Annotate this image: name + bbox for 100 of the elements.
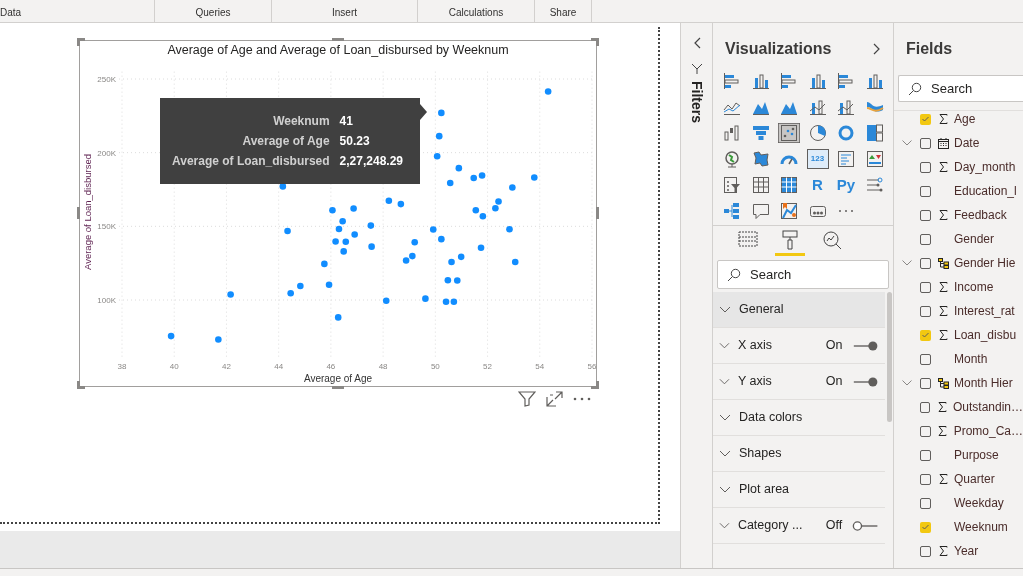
chevron-icon[interactable] xyxy=(902,380,912,386)
scatter-chart-icon[interactable] xyxy=(778,123,800,143)
checkbox[interactable] xyxy=(920,185,931,197)
toggle-switch[interactable] xyxy=(851,339,879,352)
search-field[interactable]: Search xyxy=(898,75,1023,102)
field-name[interactable]: Education_l xyxy=(954,182,1017,200)
ribbon-group-label: Calculations xyxy=(448,6,504,20)
field-name[interactable]: Promo_Ca… xyxy=(953,422,1023,440)
tooltip-label: Weeknum xyxy=(272,113,330,130)
checkbox[interactable] xyxy=(920,353,931,365)
sigma-icon xyxy=(938,426,948,436)
field-name[interactable]: Interest_rat xyxy=(954,302,1015,320)
focus-mode-icon[interactable] xyxy=(546,391,563,407)
checkbox[interactable] xyxy=(920,545,931,557)
field-name[interactable]: Outstandin… xyxy=(952,398,1023,416)
filter-icon[interactable] xyxy=(518,391,536,407)
resize-handle[interactable] xyxy=(77,207,80,219)
x-axis-tick-label: 42 xyxy=(222,362,231,371)
x-axis-title: Average of Age xyxy=(303,373,373,384)
ribbon-group-label: Insert xyxy=(332,6,357,20)
format-section-header[interactable]: General xyxy=(713,292,885,328)
checkbox[interactable] xyxy=(920,329,931,341)
search-field[interactable]: Search xyxy=(717,260,889,289)
collapse-icon[interactable] xyxy=(692,37,701,49)
field-name[interactable]: Date xyxy=(954,134,980,152)
field-name[interactable]: Gender Hie xyxy=(954,254,1016,272)
card-icon[interactable] xyxy=(835,149,857,169)
resize-handle[interactable] xyxy=(332,386,344,389)
field-name[interactable]: Month Hier xyxy=(954,374,1013,392)
field-name[interactable]: Feedback xyxy=(954,206,1007,224)
x-axis-tick-label: 44 xyxy=(274,362,284,371)
checkbox[interactable] xyxy=(920,161,931,173)
checkbox[interactable] xyxy=(920,257,931,269)
field-name[interactable]: Year xyxy=(954,542,979,560)
resize-handle[interactable] xyxy=(77,381,85,389)
tooltip-label: Average of Age xyxy=(241,133,330,150)
y-axis-tick-label: 150K xyxy=(97,222,116,232)
sigma-icon xyxy=(938,210,948,220)
slicer-icon[interactable] xyxy=(721,175,743,195)
resize-handle[interactable] xyxy=(591,381,599,389)
checkbox[interactable] xyxy=(920,497,931,509)
resize-handle[interactable] xyxy=(332,38,344,41)
field-name[interactable]: Age xyxy=(954,111,976,128)
checkbox[interactable] xyxy=(920,473,931,485)
checkbox[interactable] xyxy=(920,209,931,221)
y-axis-tick-label: 250K xyxy=(97,75,116,84)
checkbox[interactable] xyxy=(920,113,931,125)
chevron-icon xyxy=(719,341,730,350)
data-point[interactable] xyxy=(279,183,287,190)
resize-handle[interactable] xyxy=(591,38,599,46)
scrollbar[interactable] xyxy=(887,292,892,422)
field-name[interactable]: Gender xyxy=(954,230,995,248)
tooltip-value: 2,27,248.29 xyxy=(339,153,403,170)
visual-frame[interactable] xyxy=(79,40,597,387)
field-name[interactable]: Month xyxy=(954,350,988,368)
calendar-icon xyxy=(937,137,949,149)
chevron-icon[interactable] xyxy=(902,140,912,146)
checkbox[interactable] xyxy=(919,425,931,437)
x-axis-tick-label: 54 xyxy=(535,362,545,371)
expand-icon[interactable] xyxy=(873,43,881,55)
checkbox[interactable] xyxy=(920,233,931,245)
combo-chart-icon[interactable] xyxy=(835,97,857,117)
more-options-icon[interactable] xyxy=(573,396,591,402)
ribbon-group-label: Data xyxy=(0,6,22,20)
field-name[interactable]: Quarter xyxy=(954,470,995,488)
checkbox[interactable] xyxy=(919,401,931,413)
checkbox[interactable] xyxy=(920,281,931,293)
toggle-switch[interactable] xyxy=(851,519,879,532)
hierarchy-icon xyxy=(937,377,949,389)
checkbox[interactable] xyxy=(920,377,931,389)
resize-handle[interactable] xyxy=(596,207,599,219)
x-axis-tick-label: 48 xyxy=(378,362,388,371)
field-name[interactable]: Loan_disbu xyxy=(954,326,1017,344)
checkbox[interactable] xyxy=(920,305,931,317)
toggle-label: On xyxy=(825,373,844,391)
resize-handle[interactable] xyxy=(77,38,85,46)
check-icon xyxy=(922,116,929,122)
chevron-icon xyxy=(719,377,730,386)
sigma-icon xyxy=(938,282,948,292)
ribbon-group-label: Queries xyxy=(195,6,231,20)
field-name[interactable]: Day_month xyxy=(954,158,1016,176)
checkbox[interactable] xyxy=(920,521,931,533)
hierarchy-icon xyxy=(937,257,949,269)
x-axis-tick-label: 40 xyxy=(169,362,179,371)
chevron-icon[interactable] xyxy=(902,260,912,266)
checkbox[interactable] xyxy=(920,449,931,461)
filters-pane-title[interactable]: Filters xyxy=(686,81,707,123)
field-name[interactable]: Income xyxy=(954,278,994,296)
toggle-switch[interactable] xyxy=(851,375,879,388)
x-axis-tick-label: 52 xyxy=(483,362,492,371)
matrix-icon[interactable] xyxy=(778,175,800,195)
field-name[interactable]: Weeknum xyxy=(954,518,1008,536)
checkbox[interactable] xyxy=(920,137,931,149)
field-name[interactable]: Weekday xyxy=(954,494,1004,512)
sigma-icon xyxy=(938,114,948,124)
chevron-icon xyxy=(719,521,730,530)
chevron-icon xyxy=(719,413,731,422)
chevron-icon xyxy=(719,485,731,494)
field-name[interactable]: Purpose xyxy=(954,446,999,464)
map-icon[interactable] xyxy=(778,201,800,221)
